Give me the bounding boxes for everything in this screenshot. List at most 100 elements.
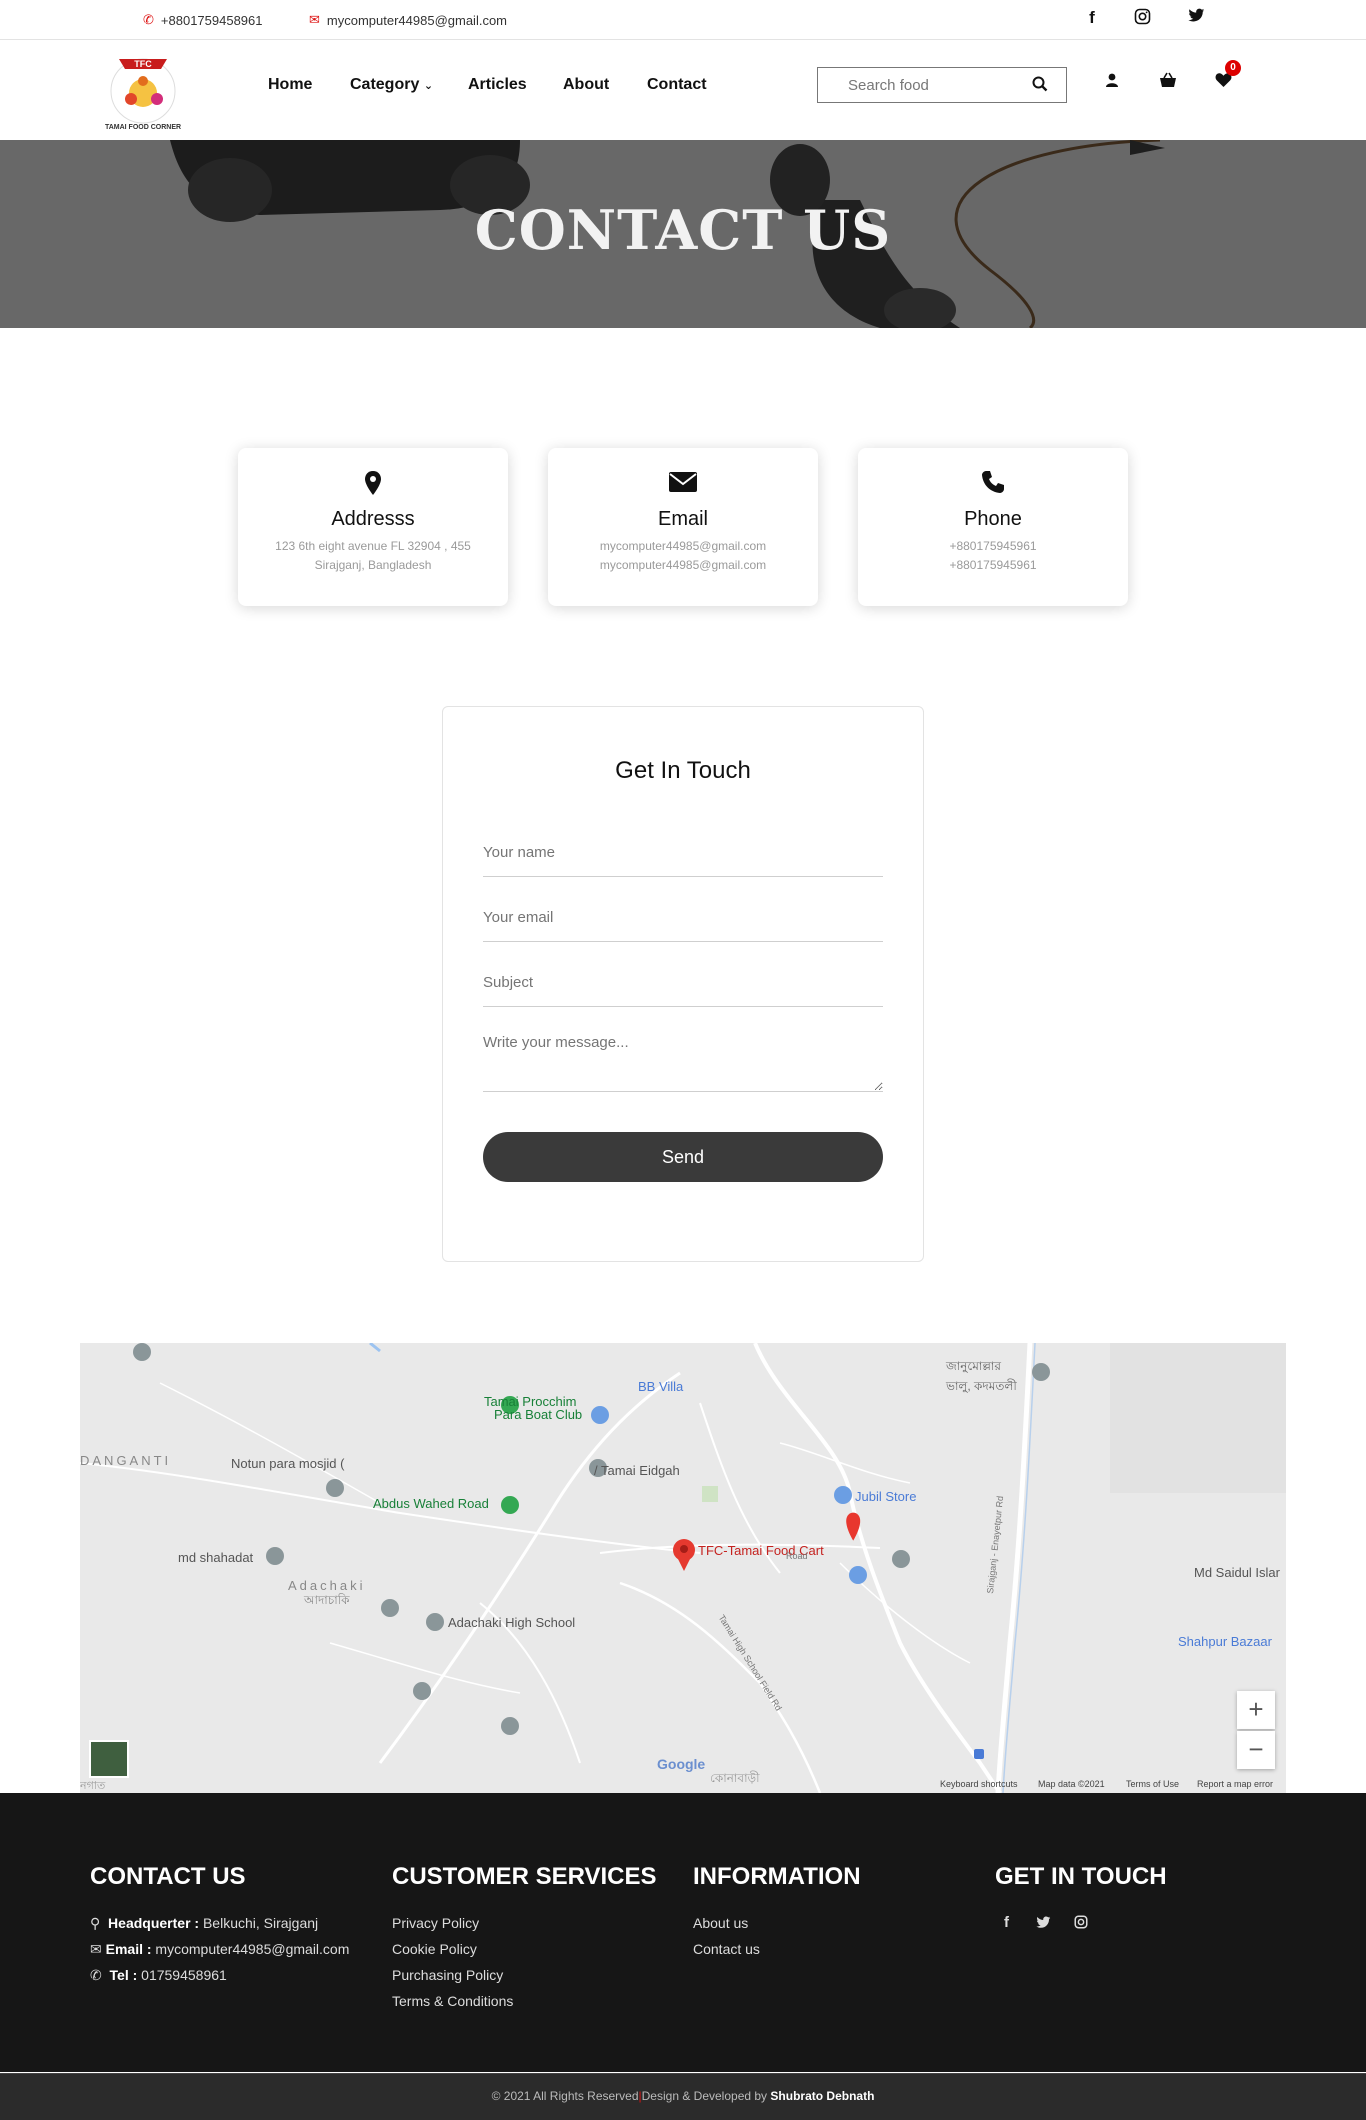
footer-email-value[interactable]: mycomputer44985@gmail.com [155,1941,349,1957]
envelope-icon: ✉ [309,12,320,27]
nav-contact[interactable]: Contact [647,76,707,94]
footer-headquarter: ⚲ Headquerter : Belkuchi, Sirajganj [90,1915,318,1932]
map-label-md-shahadat: md shahadat [178,1550,254,1565]
top-bar: ✆ +8801759458961 ✉ mycomputer44985@gmail… [0,0,1366,40]
map-label-notun-para: Notun para mosjid ( [231,1456,345,1471]
hero-title: CONTACT US [474,198,892,262]
instagram-icon[interactable] [1074,1915,1088,1932]
footer-link-about[interactable]: About us [693,1915,748,1931]
copyright-bar: © 2021 All Rights Reserved|Design & Deve… [0,2073,1366,2120]
map-label-bengali-bottom: কোনাবাড়ী [710,1771,760,1785]
map-label-para-boat-club: Para Boat Club [494,1407,583,1422]
phone-card-title: Phone [964,508,1022,530]
hero-banner: CONTACT US [0,140,1366,328]
email-line-1: mycomputer44985@gmail.com [599,539,767,553]
address-card-title: Addresss [331,508,415,530]
footer-link-contact[interactable]: Contact us [693,1941,760,1957]
google-logo: Google [657,1756,706,1772]
footer-link-terms[interactable]: Terms & Conditions [392,1993,513,2009]
chevron-down-icon: ⌄ [423,80,434,92]
site-logo[interactable]: TFC TAMAI FOOD CORNER [101,41,185,139]
search-input[interactable]: Search food [817,67,1067,103]
svg-text:TAMAI FOOD CORNER: TAMAI FOOD CORNER [105,124,181,131]
address-line-1: 123 6th eight avenue FL 32904 , 455 [275,539,471,553]
wishlist-count-badge: 0 [1225,60,1241,76]
phone-card: Phone +880175945961 +880175945961 [858,448,1128,606]
twitter-icon[interactable] [1036,1916,1051,1932]
basket-icon[interactable] [1159,72,1177,93]
map-label-abdus-wahed: Abdus Wahed Road [373,1496,489,1511]
envelope-icon [548,470,818,498]
contact-form: Get In Touch Send [442,706,924,1262]
search-icon[interactable] [1032,76,1048,96]
nav-articles[interactable]: Articles [468,76,527,94]
map-zoom-out-button[interactable]: − [1237,1731,1275,1769]
instagram-icon[interactable] [1130,8,1154,30]
address-line-2: Sirajganj, Bangladesh [314,558,432,572]
message-field[interactable] [483,1034,883,1092]
author-name[interactable]: Shubrato Debnath [770,2089,874,2103]
map-label-adachaki-bn: আদাচাকি [304,1593,350,1607]
map-label-bengali-top: জানুমোল্লার ভালু, কদমতলী [946,1359,1017,1393]
nav-category[interactable]: Category ⌄ [350,76,433,94]
email-line-2: mycomputer44985@gmail.com [599,558,767,572]
map-label-shahpur: Shahpur Bazaar [1178,1634,1272,1649]
top-phone-text: +8801759458961 [160,12,263,28]
map-label-md-saidul: Md Saidul Islar [1194,1565,1280,1580]
footer-get-in-touch-title: GET IN TOUCH [995,1863,1167,1890]
map-label-bb-villa: BB Villa [638,1379,684,1394]
map-label-danganti: DANGANTI [80,1453,172,1468]
top-phone[interactable]: ✆ +8801759458961 [143,12,263,28]
user-icon[interactable] [1105,72,1119,93]
copyright-text: © 2021 All Rights Reserved [491,2089,639,2103]
footer-link-privacy[interactable]: Privacy Policy [392,1915,479,1931]
name-field[interactable] [483,839,883,877]
facebook-icon[interactable]: f [1080,8,1104,28]
footer-link-purchasing[interactable]: Purchasing Policy [392,1967,503,1983]
footer-contact-title: CONTACT US [90,1863,246,1890]
map-label-adachaki-school: Adachaki High School [448,1615,576,1630]
map-zoom-in-button[interactable]: + [1237,1691,1275,1729]
twitter-icon[interactable] [1184,8,1208,28]
footer-email: ✉ Email : mycomputer44985@gmail.com [90,1941,349,1958]
map-report-link[interactable]: Report a map error [1197,1779,1273,1789]
location-map[interactable]: Tamai Procchim Para Boat Club BB Villa জ… [80,1343,1286,1793]
email-card-title: Email [657,508,708,530]
facebook-icon[interactable]: f [1004,1914,1009,1931]
map-label-road: Road [786,1551,808,1561]
map-pin-icon [238,470,508,498]
svg-text:TFC: TFC [134,59,152,69]
map-terms-link[interactable]: Terms of Use [1126,1779,1179,1789]
phone-icon: ✆ [90,1967,102,1983]
footer-tel: ✆ Tel : 01759458961 [90,1967,227,1984]
phone-icon: ✆ [143,12,154,27]
subject-field[interactable] [483,969,883,1007]
site-footer: CONTACT US ⚲ Headquerter : Belkuchi, Sir… [0,1793,1366,2072]
top-email-text: mycomputer44985@gmail.com [326,12,508,28]
map-keyboard-shortcuts[interactable]: Keyboard shortcuts [940,1779,1018,1789]
form-title: Get In Touch [615,757,751,784]
footer-services-title: CUSTOMER SERVICES [392,1863,657,1890]
nav-about[interactable]: About [563,76,609,94]
nav-category-label: Category [350,76,420,93]
map-label-tamai-eidgah: / Tamai Eidgah [594,1463,680,1478]
footer-link-cookie[interactable]: Cookie Policy [392,1941,477,1957]
phone-icon [858,470,1128,498]
footer-tel-value[interactable]: 01759458961 [141,1967,227,1983]
map-data-credit: Map data ©2021 [1038,1779,1105,1789]
map-pin-icon: ⚲ [90,1915,101,1931]
footer-email-label: Email : [105,1941,152,1957]
footer-information-title: INFORMATION [693,1863,861,1890]
map-label-bengali-left: নগাত [80,1780,106,1792]
map-roads [80,1343,1286,1793]
nav-home[interactable]: Home [268,76,312,94]
map-label-adachaki: Adachaki [288,1578,366,1593]
search-placeholder: Search food [848,77,929,94]
footer-hq-value: Belkuchi, Sirajganj [202,1915,319,1931]
footer-tel-label: Tel : [109,1967,138,1983]
email-card: Email mycomputer44985@gmail.com mycompute… [548,448,818,606]
email-field[interactable] [483,904,883,942]
phone-line-2: +880175945961 [949,558,1037,572]
send-button[interactable]: Send [483,1132,883,1182]
top-email[interactable]: ✉ mycomputer44985@gmail.com [309,12,507,28]
